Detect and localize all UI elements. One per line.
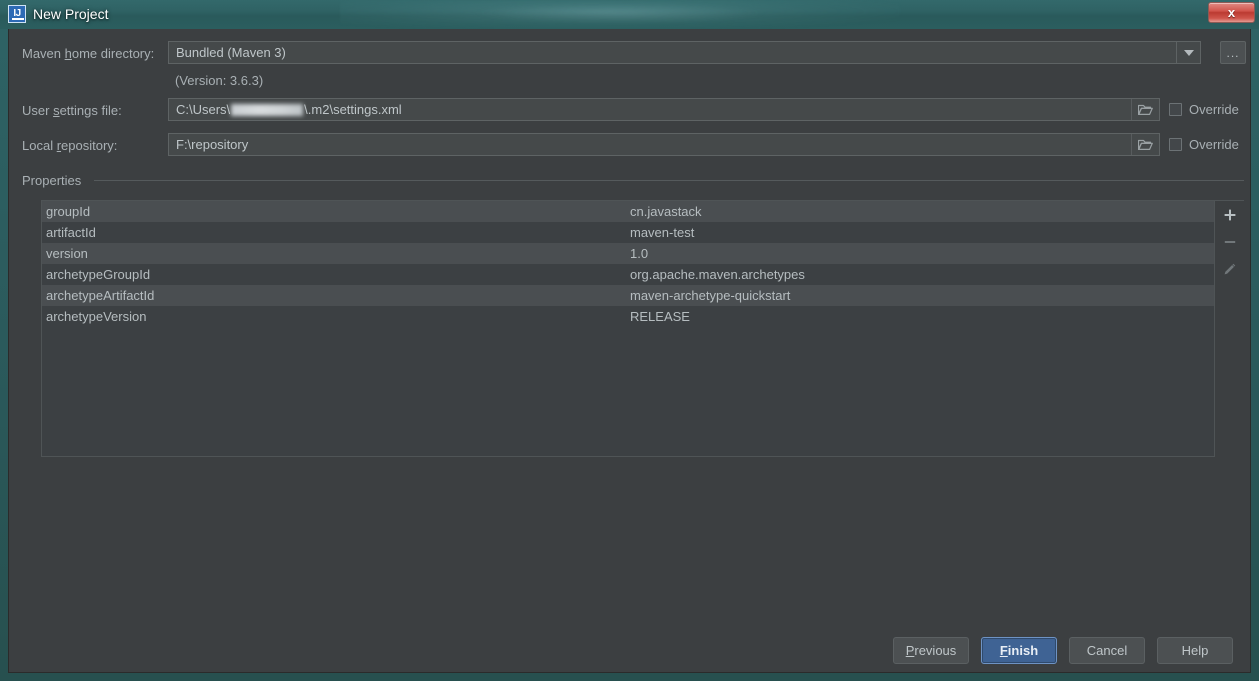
plus-icon <box>1224 209 1235 221</box>
table-row[interactable]: archetypeGroupId org.apache.maven.archety… <box>42 264 1214 285</box>
local-repository-override-checkbox[interactable]: Override <box>1169 137 1239 152</box>
edit-property-button[interactable] <box>1219 259 1241 279</box>
property-value: maven-archetype-quickstart <box>630 288 791 303</box>
properties-group-rule <box>94 180 1244 181</box>
user-settings-override-checkbox[interactable]: Override <box>1169 102 1239 117</box>
maven-home-value: Bundled (Maven 3) <box>176 45 286 60</box>
property-key: archetypeArtifactId <box>46 288 155 303</box>
local-repository-field[interactable]: F:\repository <box>168 133 1160 156</box>
folder-glyph <box>1138 104 1153 115</box>
properties-table[interactable]: groupId cn.javastack artifactId maven-test… <box>41 200 1214 457</box>
maven-home-label: Maven home directory: <box>22 46 155 61</box>
property-key: version <box>46 246 88 261</box>
pencil-icon <box>1224 263 1236 274</box>
properties-group-title: Properties <box>22 173 88 188</box>
window-title: New Project <box>33 6 109 22</box>
user-settings-label: User settings file: <box>22 103 122 118</box>
checkbox-box <box>1169 138 1182 151</box>
user-settings-field[interactable]: C:\Users\ \.m2\settings.xml <box>168 98 1160 121</box>
chevron-down-icon[interactable] <box>1176 42 1200 63</box>
local-repository-label: Local repository: <box>22 138 118 153</box>
intellij-idea-icon: IJ <box>8 5 26 23</box>
minus-icon <box>1224 241 1235 243</box>
property-value: RELEASE <box>630 309 690 324</box>
window-frame: IJ New Project x Maven home directory: B… <box>0 0 1259 681</box>
close-button[interactable]: x <box>1208 2 1255 23</box>
local-repository-value: F:\repository <box>176 137 249 152</box>
finish-button[interactable]: Finish <box>981 637 1057 664</box>
table-row[interactable]: version 1.0 <box>42 243 1214 264</box>
property-key: archetypeGroupId <box>46 267 151 282</box>
remove-property-button[interactable] <box>1219 232 1241 252</box>
properties-toolbar <box>1214 200 1244 457</box>
property-value: org.apache.maven.archetypes <box>630 267 805 282</box>
maven-home-browse-button[interactable]: ... <box>1220 41 1246 64</box>
maven-home-combo[interactable]: Bundled (Maven 3) <box>168 41 1201 64</box>
help-button[interactable]: Help <box>1157 637 1233 664</box>
table-row[interactable]: groupId cn.javastack <box>42 201 1214 222</box>
table-row[interactable]: artifactId maven-test <box>42 222 1214 243</box>
folder-icon[interactable] <box>1131 134 1159 155</box>
folder-icon[interactable] <box>1131 99 1159 120</box>
property-value: cn.javastack <box>630 204 702 219</box>
maven-version-note: (Version: 3.6.3) <box>175 73 264 88</box>
user-settings-value: C:\Users\ \.m2\settings.xml <box>176 102 402 117</box>
add-property-button[interactable] <box>1219 205 1241 225</box>
cancel-button[interactable]: Cancel <box>1069 637 1145 664</box>
override-label: Override <box>1189 102 1239 117</box>
folder-glyph <box>1138 139 1153 150</box>
table-row[interactable]: archetypeVersion RELEASE <box>42 306 1214 327</box>
checkbox-box <box>1169 103 1182 116</box>
override-label: Override <box>1189 137 1239 152</box>
titlebar-glass-highlight <box>470 3 770 23</box>
previous-button[interactable]: Previous <box>893 637 969 664</box>
dialog-body: Maven home directory: Bundled (Maven 3) … <box>8 29 1251 673</box>
property-value: maven-test <box>630 225 695 240</box>
property-key: artifactId <box>46 225 96 240</box>
property-value: 1.0 <box>630 246 649 261</box>
close-icon: x <box>1227 5 1236 20</box>
table-row[interactable]: archetypeArtifactId maven-archetype-quick… <box>42 285 1214 306</box>
property-key: archetypeVersion <box>46 309 147 324</box>
title-bar: IJ New Project x <box>0 0 1259 29</box>
redacted-username <box>231 103 304 116</box>
property-key: groupId <box>46 204 91 219</box>
